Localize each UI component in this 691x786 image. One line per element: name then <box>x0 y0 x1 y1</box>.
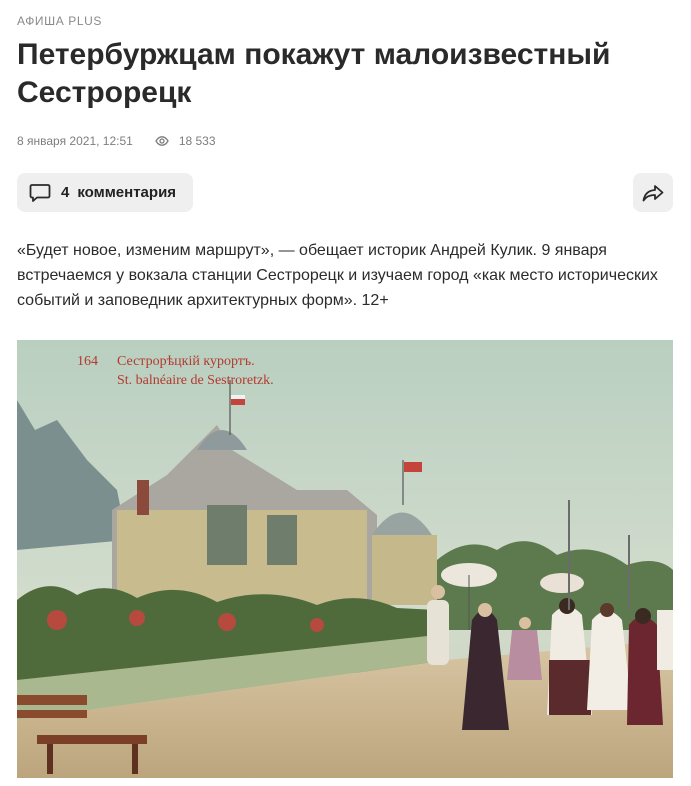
share-icon <box>642 184 664 201</box>
comments-count: 4 <box>61 184 70 201</box>
article-title: Петербуржцам покажут малоизвестный Сестр… <box>17 38 611 109</box>
section-kicker[interactable]: Афиша Plus <box>17 14 102 28</box>
caption-fr: St. balnéaire de Sestroretzk. <box>117 373 274 388</box>
article-lead: «Будет новое, изменим маршрут», — обещае… <box>17 242 658 309</box>
article-meta: 8 января 2021, 12:51 18 533 <box>17 134 216 148</box>
postcard-illustration: 164 Сестрорѣцкій курортъ. St. balnéaire … <box>17 340 673 778</box>
comments-label: комментария <box>77 184 177 201</box>
views-counter: 18 533 <box>155 134 216 148</box>
comment-icon <box>29 183 51 202</box>
eye-icon <box>155 136 169 146</box>
caption-number: 164 <box>77 354 98 369</box>
comments-button[interactable]: 4 комментария <box>17 173 193 212</box>
views-count: 18 533 <box>178 134 216 148</box>
caption-ru: Сестрорѣцкій курортъ. <box>117 354 255 369</box>
article-image: 164 Сестрорѣцкій курортъ. St. balnéaire … <box>17 340 673 778</box>
publish-date: 8 января 2021, 12:51 <box>17 134 133 148</box>
share-button[interactable] <box>633 173 673 212</box>
